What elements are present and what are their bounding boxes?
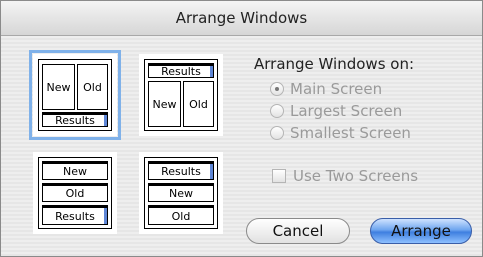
- layout-option-results-top-side-by-side[interactable]: Results New Old: [139, 54, 223, 136]
- new-window-preview: New: [148, 183, 214, 202]
- radio-button[interactable]: [270, 126, 284, 140]
- old-window-preview: Old: [148, 205, 214, 225]
- radio-button[interactable]: [270, 104, 284, 118]
- results-window-preview: Results: [42, 205, 108, 225]
- layout-preview: New Old Results: [38, 59, 112, 131]
- old-window-preview: Old: [77, 64, 108, 110]
- layout-option-side-by-side-results-bottom[interactable]: New Old Results: [29, 50, 121, 140]
- old-window-preview: Old: [183, 81, 214, 127]
- new-window-preview: New: [42, 161, 108, 180]
- title-bar[interactable]: Arrange Windows: [1, 1, 482, 36]
- cancel-button[interactable]: Cancel: [246, 218, 350, 244]
- window-title: Arrange Windows: [175, 9, 308, 27]
- layout-preview: New Old Results: [38, 157, 112, 229]
- layout-option-stacked-results-new-old[interactable]: Results New Old: [139, 152, 223, 234]
- results-window-preview: Results: [148, 63, 214, 78]
- arrange-on-label: Arrange Windows on:: [254, 55, 415, 73]
- old-window-preview: Old: [42, 183, 108, 202]
- radio-label: Main Screen: [290, 80, 383, 98]
- radio-label: Largest Screen: [290, 102, 403, 120]
- radio-label: Smallest Screen: [290, 124, 411, 142]
- layout-option-stacked-new-old-results[interactable]: New Old Results: [33, 152, 117, 234]
- results-window-preview: Results: [148, 161, 214, 180]
- layout-preview: Results New Old: [144, 59, 218, 131]
- radio-smallest-screen[interactable]: Smallest Screen: [270, 124, 411, 142]
- layout-preview: Results New Old: [144, 157, 218, 229]
- use-two-screens-checkbox[interactable]: Use Two Screens: [272, 167, 418, 185]
- results-window-preview: Results: [42, 112, 108, 127]
- checkbox-label: Use Two Screens: [293, 167, 419, 185]
- checkbox-box[interactable]: [272, 169, 286, 183]
- new-window-preview: New: [42, 64, 75, 110]
- radio-button-selected[interactable]: [270, 82, 284, 96]
- radio-main-screen[interactable]: Main Screen: [270, 80, 382, 98]
- radio-largest-screen[interactable]: Largest Screen: [270, 102, 402, 120]
- new-window-preview: New: [148, 81, 181, 127]
- arrange-windows-dialog: Arrange Windows New Old Results Results …: [0, 0, 483, 257]
- arrange-button[interactable]: Arrange: [370, 218, 472, 244]
